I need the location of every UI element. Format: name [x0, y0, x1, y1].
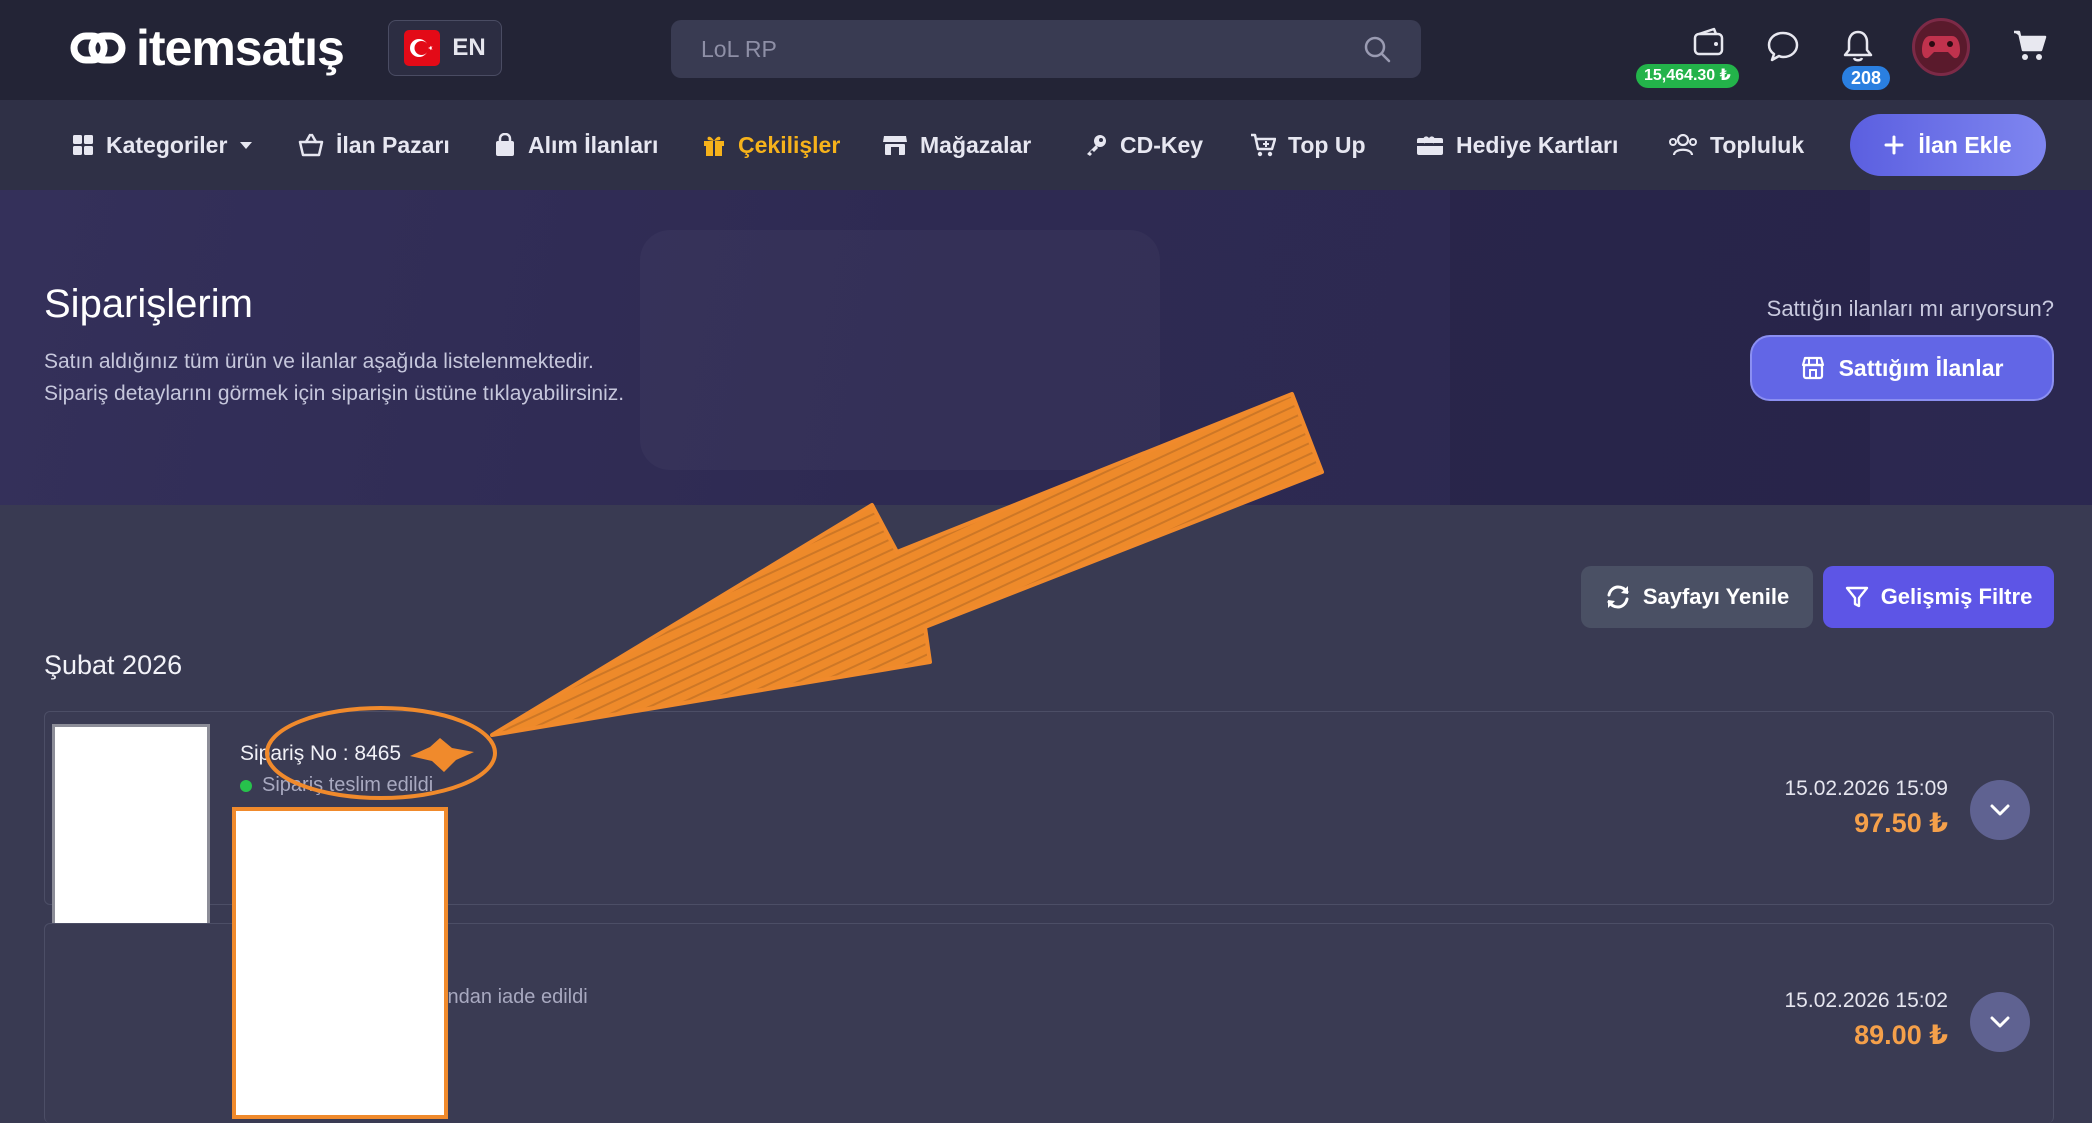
nav-item-label: Alım İlanları	[528, 131, 659, 158]
site-logo[interactable]: itemsatış	[70, 20, 345, 76]
gift-icon	[704, 136, 724, 156]
nav-item-listing-market[interactable]: İlan Pazarı	[298, 100, 450, 190]
caret-down-icon	[240, 142, 253, 149]
nav-item-cd-key[interactable]: CD-Key	[1084, 100, 1203, 190]
expand-order-button[interactable]	[1970, 780, 2030, 840]
notification-count-badge[interactable]: 208	[1842, 66, 1891, 90]
nav-item-giveaways[interactable]: Çekilişler	[702, 100, 840, 190]
user-avatar[interactable]	[1912, 18, 1970, 76]
top-header: itemsatış EN 15,464.30 ₺ 208	[0, 0, 2092, 100]
store-icon	[883, 136, 907, 155]
search-icon[interactable]	[1363, 35, 1391, 63]
nav-item-label: Çekilişler	[738, 131, 841, 158]
status-dot	[240, 779, 252, 792]
add-listing-label: İlan Ekle	[1918, 131, 2012, 158]
order-price: 89.00 ₺	[1854, 1020, 1948, 1050]
nav-item-label: Kategoriler	[106, 131, 228, 158]
shopping-bag-icon	[496, 133, 514, 156]
language-code: EN	[452, 34, 486, 61]
nav-item-community[interactable]: Topluluk	[1668, 100, 1804, 190]
refresh-page-label: Sayfayı Yenile	[1642, 584, 1790, 609]
page-title: Siparişlerim	[44, 282, 253, 326]
nav-item-gift-cards[interactable]: Hediye Kartları	[1416, 100, 1618, 190]
logo-mark-icon	[70, 32, 126, 64]
wallet-icon[interactable]	[1692, 26, 1726, 58]
page-description-line: Sipariş detaylarını görmek için siparişi…	[44, 382, 625, 405]
order-date: 15.02.2026 15:09	[1784, 777, 1949, 800]
plus-icon	[1884, 135, 1904, 155]
nav-item-top-up[interactable]: Top Up	[1250, 100, 1366, 190]
redaction-box	[232, 807, 448, 1119]
order-status-text: ından iade edildi	[442, 986, 588, 1008]
refresh-icon	[1607, 585, 1629, 609]
turkey-flag-icon	[404, 30, 441, 66]
users-icon	[1669, 134, 1697, 156]
month-heading: Şubat 2026	[44, 650, 183, 680]
refresh-page-button[interactable]: Sayfayı Yenile	[1581, 566, 1813, 628]
cart-icon[interactable]	[2012, 28, 2048, 62]
bell-icon[interactable]	[1841, 28, 1875, 64]
my-sold-listings-label: Sattığım İlanlar	[1838, 354, 2004, 381]
my-sold-listings-button[interactable]: Sattığım İlanlar	[1750, 335, 2054, 401]
nav-item-stores[interactable]: Mağazalar	[882, 100, 1031, 190]
main-navigation: Kategoriler İlan Pazarı Alım İlanları Çe…	[0, 100, 2092, 190]
nav-item-label: Mağazalar	[920, 131, 1032, 158]
nav-item-label: Hediye Kartları	[1456, 131, 1619, 158]
language-selector[interactable]: EN	[388, 20, 502, 76]
nav-item-categories[interactable]: Kategoriler	[72, 100, 253, 190]
expand-order-button[interactable]	[1970, 992, 2030, 1052]
nav-item-label: Top Up	[1288, 131, 1366, 158]
wallet-balance-badge[interactable]: 15,464.30 ₺	[1636, 64, 1739, 88]
advanced-filter-label: Gelişmiş Filtre	[1880, 584, 2033, 609]
grid-icon	[73, 135, 93, 155]
order-date: 15.02.2026 15:02	[1784, 989, 1949, 1012]
cart-plus-icon	[1251, 133, 1276, 157]
order-number: Sipariş No : 8465	[240, 742, 402, 765]
store-icon	[1801, 356, 1824, 380]
nav-item-label: Topluluk	[1710, 131, 1805, 158]
chat-icon[interactable]	[1766, 30, 1800, 62]
nav-item-label: İlan Pazarı	[336, 131, 450, 158]
key-icon	[1087, 135, 1106, 156]
logo-text: itemsatış	[136, 20, 345, 76]
filter-icon	[1845, 586, 1868, 608]
order-price: 97.50 ₺	[1854, 808, 1948, 838]
order-status: ından iade edildi	[442, 986, 588, 1009]
order-status: Sipariş teslim edildi	[240, 774, 433, 797]
basket-icon	[298, 133, 324, 157]
gamepad-avatar-icon	[1922, 36, 1960, 59]
seller-listings-question: Sattığın ilanları mı arıyorsun?	[1766, 296, 2054, 321]
search-input[interactable]	[671, 20, 1331, 78]
nav-item-purchase-listings[interactable]: Alım İlanları	[494, 100, 658, 190]
add-listing-button[interactable]: İlan Ekle	[1850, 114, 2046, 176]
search-bar	[671, 20, 1421, 78]
nav-item-label: CD-Key	[1120, 131, 1204, 158]
page-description: Satın aldığınız tüm ürün ve ilanlar aşağ…	[44, 346, 804, 410]
chevron-down-icon	[1990, 1016, 2010, 1028]
gift-card-icon	[1417, 136, 1443, 155]
advanced-filter-button[interactable]: Gelişmiş Filtre	[1823, 566, 2054, 628]
order-status-text: Sipariş teslim edildi	[262, 774, 434, 796]
page-description-line: Satın aldığınız tüm ürün ve ilanlar aşağ…	[44, 350, 594, 373]
chevron-down-icon	[1990, 804, 2010, 816]
